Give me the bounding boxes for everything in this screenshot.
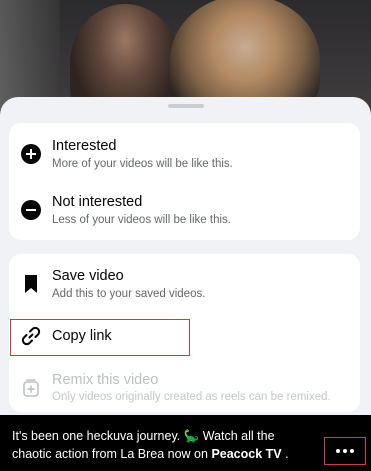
save-video-option[interactable]: Save video Add this to your saved videos… (9, 254, 360, 310)
interested-subtitle: More of your videos will be like this. (52, 158, 233, 170)
caption-brand: Peacock TV (211, 447, 282, 461)
minus-circle-icon (21, 200, 41, 220)
video-caption[interactable]: It's been one heckuva journey. 🦕 Watch a… (12, 427, 312, 463)
remix-icon (23, 379, 39, 397)
remix-option: Remix this video Only videos originally … (9, 360, 360, 412)
copy-link-highlight (10, 319, 190, 356)
more-options-button[interactable] (324, 437, 366, 465)
interested-option[interactable]: Interested More of your videos will be l… (9, 123, 360, 181)
sheet-drag-handle[interactable] (168, 104, 204, 108)
remix-title: Remix this video (52, 372, 159, 388)
save-video-title: Save video (52, 268, 124, 284)
not-interested-title: Not interested (52, 194, 143, 210)
not-interested-subtitle: Less of your videos will be like this. (52, 214, 231, 226)
plus-circle-icon (21, 144, 41, 164)
feedback-card: Interested More of your videos will be l… (9, 123, 360, 240)
caption-end: . (285, 447, 289, 461)
video-caption-bar: It's been one heckuva journey. 🦕 Watch a… (0, 415, 371, 471)
save-video-subtitle: Add this to your saved videos. (52, 288, 206, 300)
remix-subtitle: Only videos originally created as reels … (52, 391, 331, 403)
interested-title: Interested (52, 138, 117, 154)
not-interested-option[interactable]: Not interested Less of your videos will … (9, 181, 360, 240)
more-dots-icon (336, 449, 354, 453)
bookmark-icon (25, 275, 37, 293)
options-bottom-sheet: Interested More of your videos will be l… (0, 97, 371, 415)
video-window-light (0, 0, 60, 110)
